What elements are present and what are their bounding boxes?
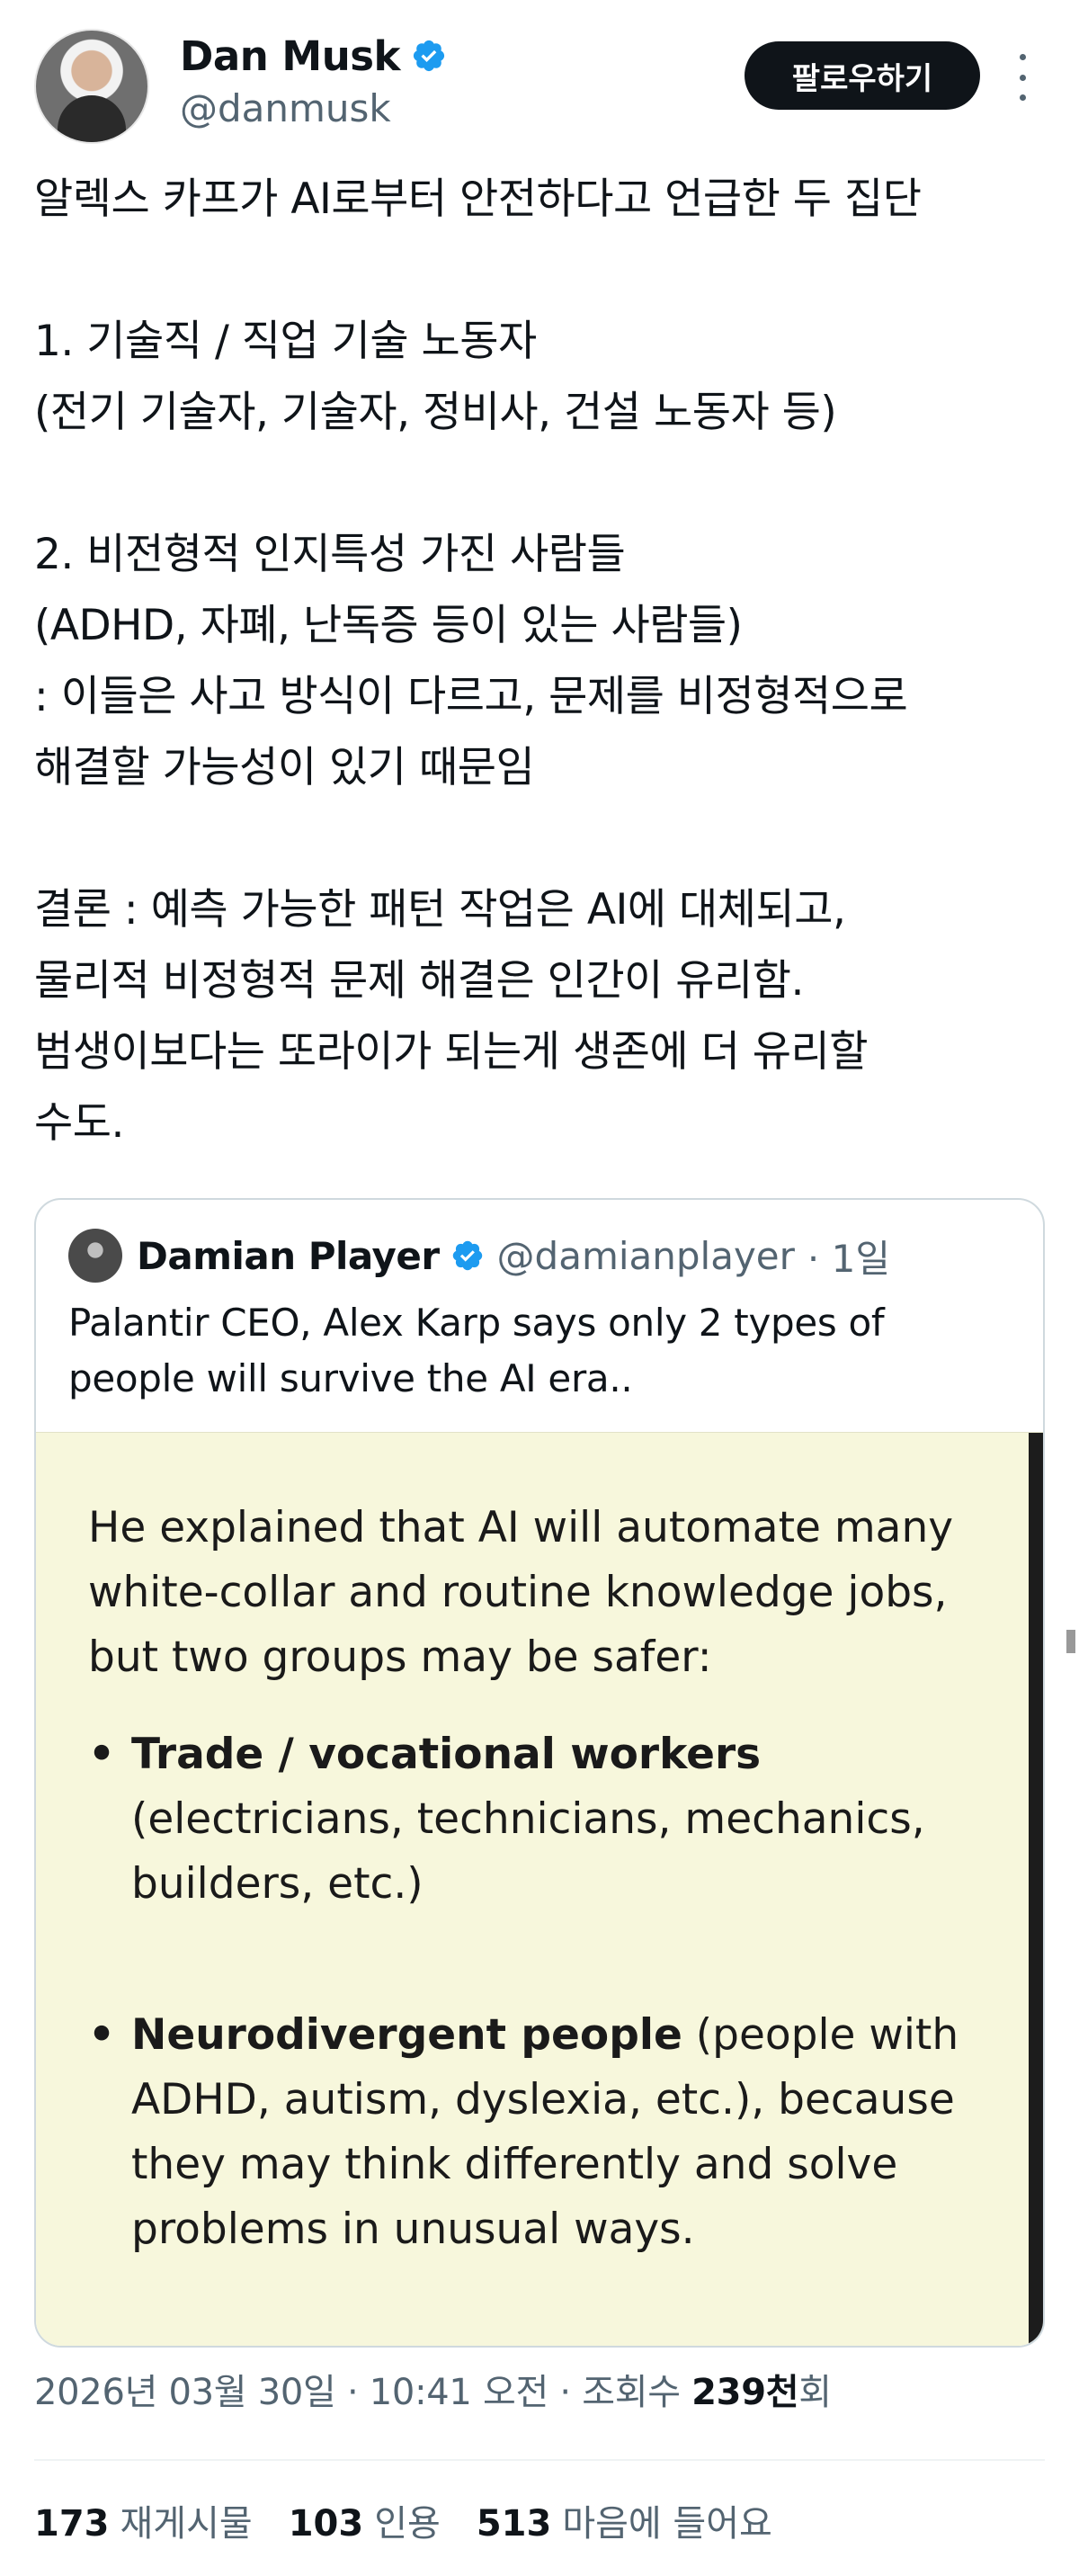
tweet-meta: 2026년 03월 30일 · 10:41 오전 · 조회수 239천 회	[34, 2362, 832, 2416]
tweet-header: Dan Musk @danmusk 팔로우하기	[0, 0, 1079, 162]
likes-count: 513	[476, 2503, 552, 2545]
quoted-author-name[interactable]: Damian Player	[137, 1234, 440, 1278]
quoted-tweet-time: · 1일	[807, 1236, 890, 1281]
quoted-author-avatar[interactable]	[68, 1229, 122, 1283]
follow-button[interactable]: 팔로우하기	[745, 41, 980, 110]
quotes-count: 103	[288, 2503, 364, 2545]
bullet-title: Trade / vocational workers	[131, 1730, 762, 1779]
likes-label: 마음에 들어요	[562, 2503, 772, 2545]
tweet-text: 알렉스 카프가 AI로부터 안전하다고 언급한 두 집단 1. 기술직 / 직업…	[34, 174, 922, 1148]
quoted-tweet[interactable]: Damian Player @damianplayer · 1일 Palanti…	[34, 1198, 1045, 2348]
quoted-tweet-image[interactable]: He explained that AI will automate many …	[36, 1432, 1043, 2346]
reposts-count: 173	[34, 2503, 110, 2545]
image-bullet-neurodivergent: • Neurodivergent people (people with ADH…	[88, 2003, 987, 2262]
image-edge-bar	[1029, 1433, 1043, 2346]
more-options-icon[interactable]	[1007, 54, 1038, 101]
author-handle[interactable]: @danmusk	[180, 86, 391, 130]
quoted-tweet-text: Palantir CEO, Alex Karp says only 2 type…	[68, 1301, 885, 1400]
quotes-label: 인용	[374, 2503, 441, 2545]
reposts-stat[interactable]: 173 재게시물	[34, 2494, 253, 2546]
author-name[interactable]: Dan Musk	[180, 32, 400, 80]
scrollbar-thumb[interactable]	[1066, 1630, 1075, 1653]
quoted-author-row: Damian Player @damianplayer · 1일	[137, 1227, 890, 1284]
bullet-dot: •	[88, 2010, 116, 2060]
tweet-date: 2026년 03월 30일 · 10:41 오전 · 조회수	[34, 2372, 681, 2413]
likes-stat[interactable]: 513 마음에 들어요	[477, 2494, 772, 2546]
verified-badge-icon	[452, 1240, 482, 1271]
divider	[34, 2459, 1045, 2461]
reposts-label: 재게시물	[120, 2503, 253, 2545]
engagement-stats: 173 재게시물 103 인용 513 마음에 들어요	[34, 2491, 808, 2549]
verified-badge-icon	[413, 40, 445, 72]
view-count: 239천	[691, 2372, 799, 2413]
quoted-author-handle[interactable]: @damianplayer	[497, 1234, 795, 1278]
image-bullet-trade-workers: • Trade / vocational workers (electrician…	[88, 1722, 987, 1917]
image-intro-text: He explained that AI will automate many …	[88, 1503, 954, 1682]
bullet-dot: •	[88, 1730, 116, 1779]
bullet-detail: (electricians, technicians, mechanics, b…	[131, 1794, 925, 1909]
quotes-stat[interactable]: 103 인용	[289, 2494, 441, 2546]
bullet-title: Neurodivergent people	[131, 2010, 682, 2060]
author-avatar[interactable]	[34, 29, 149, 144]
view-suffix: 회	[798, 2372, 832, 2413]
author-name-row[interactable]: Dan Musk	[180, 31, 447, 81]
